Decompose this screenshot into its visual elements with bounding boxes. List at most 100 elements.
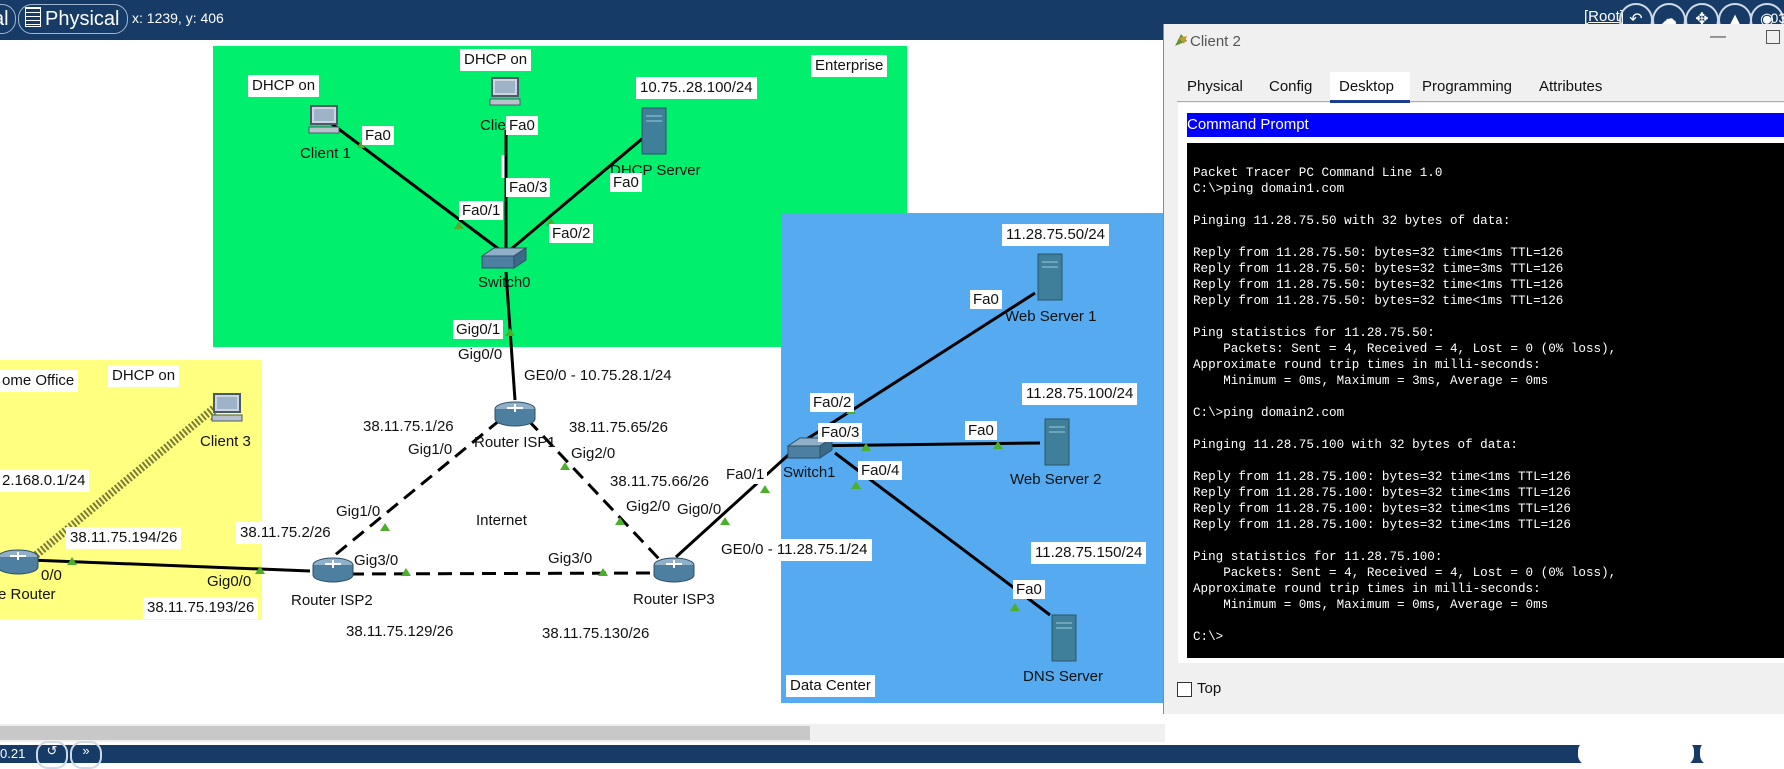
note-isp2-gig00-ip: 38.11.75.193/26 — [143, 597, 259, 619]
note-web2-ip: 11.28.75.100/24 — [1022, 383, 1138, 405]
if-isp2-gig30: Gig3/0 — [354, 552, 399, 569]
minimize-icon[interactable]: — — [1710, 28, 1726, 46]
note-isp2-gig30-ip: 38.11.75.129/26 — [342, 621, 458, 643]
web-server2-label: Web Server 2 — [1010, 471, 1102, 488]
realtime-mode-button[interactable] — [1578, 741, 1694, 765]
web-server1-label: Web Server 1 — [1005, 308, 1097, 325]
note-dhcp-server-ip: 10.75..28.100/24 — [636, 77, 757, 99]
note-dhcp-client1: DHCP on — [248, 75, 320, 97]
link-client1-switch0 — [323, 116, 501, 252]
note-home-lan-ip: 2.168.0.1/24 — [0, 470, 90, 492]
home-router-label: e Router — [0, 586, 56, 603]
link-status-up-icon — [851, 481, 861, 489]
dns-server-label: DNS Server — [1023, 668, 1104, 685]
workspace-scrollbar-thumb[interactable] — [0, 726, 810, 740]
home-router-icon[interactable] — [0, 548, 40, 576]
dhcp-server-icon[interactable] — [640, 106, 668, 156]
if-server-fa0: Fa0 — [610, 173, 642, 192]
client1-label: Client 1 — [300, 145, 351, 162]
link-status-up-icon — [505, 328, 515, 336]
switch1-label: Switch1 — [783, 464, 836, 481]
internet-zone-label: Internet — [476, 512, 527, 529]
if-isp3-gig30: Gig3/0 — [548, 550, 593, 567]
if-client1-fa0: Fa0 — [362, 126, 394, 145]
note-isp3-gig20-ip: 38.11.75.66/26 — [606, 471, 713, 493]
window-title: Client 2 — [1190, 33, 1241, 50]
client1-pc-icon[interactable] — [307, 104, 341, 136]
if-sw1-fa04: Fa0/4 — [858, 461, 903, 480]
note-isp1-ge00: GE0/0 - 10.75.28.1/24 — [520, 365, 676, 387]
note-dhcp-client3: DHCP on — [108, 365, 180, 387]
if-isp1-gig20: Gig2/0 — [571, 445, 616, 462]
router-isp2-icon[interactable] — [311, 556, 355, 584]
if-dns-fa0: Fa0 — [1013, 580, 1045, 599]
router-isp1-icon[interactable] — [493, 400, 537, 428]
switch0-label: Switch0 — [478, 274, 531, 291]
note-isp3-ge00: GE0/0 - 11.28.75.1/24 — [717, 539, 872, 561]
if-sw0-fa03: Fa0/3 — [506, 178, 551, 197]
link-status-up-icon — [720, 517, 730, 525]
link-status-up-icon — [760, 485, 770, 493]
note-dhcp-client2: DHCP on — [460, 49, 532, 71]
note-isp1-gig20-ip: 38.11.75.65/26 — [565, 417, 672, 439]
maximize-icon[interactable] — [1766, 30, 1780, 44]
switch0-icon[interactable] — [480, 246, 528, 272]
if-web2-fa0: Fa0 — [965, 421, 997, 440]
if-isp3-gig20: Gig2/0 — [626, 498, 671, 515]
tab-desktop[interactable]: Desktop — [1339, 78, 1394, 95]
router-isp3-icon[interactable] — [652, 556, 696, 584]
simulation-mode-button[interactable] — [1700, 741, 1784, 765]
if-client2-fa0: Fa0 — [506, 116, 538, 135]
web-server1-icon[interactable] — [1036, 252, 1064, 302]
if-web1-fa0: Fa0 — [970, 290, 1002, 309]
link-status-up-icon — [560, 462, 570, 470]
datacenter-zone-label: Data Center — [786, 675, 875, 697]
if-isp3-gig00: Gig0/0 — [677, 501, 722, 518]
router-isp3-label: Router ISP3 — [633, 591, 715, 608]
if-sw0-fa02: Fa0/2 — [549, 224, 594, 243]
if-sw1-fa03: Fa0/3 — [818, 423, 863, 442]
home-office-zone-label: ome Office — [0, 370, 79, 392]
if-sw1-fa01: Fa0/1 — [723, 465, 768, 484]
top-checkbox[interactable] — [1177, 682, 1192, 697]
if-isp2-gig10: Gig1/0 — [336, 503, 381, 520]
tab-config[interactable]: Config — [1269, 78, 1312, 95]
if-sw1-fa02: Fa0/2 — [810, 393, 855, 412]
fast-forward-icon[interactable]: » — [70, 741, 102, 769]
if-isp2-gig00: Gig0/0 — [207, 573, 252, 590]
if-isp1-gig00: Gig0/0 — [458, 346, 503, 363]
link-status-up-icon — [380, 523, 390, 531]
command-prompt-title: Command Prompt — [1187, 116, 1309, 133]
note-isp2-gig10-ip: 38.11.75.2/26 — [236, 522, 335, 544]
if-sw0-gig01: Gig0/1 — [453, 320, 504, 339]
note-home-wan-ip: 38.11.75.194/26 — [66, 527, 182, 549]
client3-pc-icon[interactable] — [210, 392, 244, 424]
bottom-toolbar: 0.21 ↺ » — [0, 741, 1784, 769]
tab-attributes[interactable]: Attributes — [1539, 78, 1602, 95]
note-dns-ip: 11.28.75.150/24 — [1031, 542, 1147, 564]
enterprise-zone-label: Enterprise — [811, 55, 888, 77]
if-sw0-fa01: Fa0/1 — [459, 201, 504, 220]
if-isp1-gig10: Gig1/0 — [408, 441, 453, 458]
if-home-00: 0/0 — [41, 567, 62, 584]
link-status-up-icon — [401, 568, 411, 576]
reset-time-icon[interactable]: ↺ — [36, 741, 68, 769]
note-isp3-gig30-ip: 38.11.75.130/26 — [538, 623, 654, 645]
client3-label: Client 3 — [200, 433, 251, 450]
client2-label: Clie — [480, 117, 506, 134]
web-server2-icon[interactable] — [1043, 417, 1071, 467]
client2-pc-icon[interactable] — [488, 76, 522, 108]
link-dummy-hidden — [903, 279, 1028, 300]
router-isp2-label: Router ISP2 — [291, 592, 373, 609]
link-status-up-icon — [1010, 603, 1020, 611]
dns-server-icon[interactable] — [1050, 613, 1078, 663]
router-isp1-label: Router ISP1 — [474, 434, 556, 451]
command-prompt-output[interactable]: Packet Tracer PC Command Line 1.0 C:\>pi… — [1193, 165, 1783, 645]
packet-tracer-app-icon — [1175, 34, 1187, 46]
note-isp1-gig10-ip: 38.11.75.1/26 — [359, 416, 458, 438]
note-web1-ip: 11.28.75.50/24 — [1002, 224, 1109, 246]
tab-programming[interactable]: Programming — [1422, 78, 1512, 95]
time-readout: 0.21 — [0, 746, 26, 761]
tab-physical[interactable]: Physical — [1187, 78, 1243, 95]
top-checkbox-label: Top — [1197, 680, 1222, 697]
